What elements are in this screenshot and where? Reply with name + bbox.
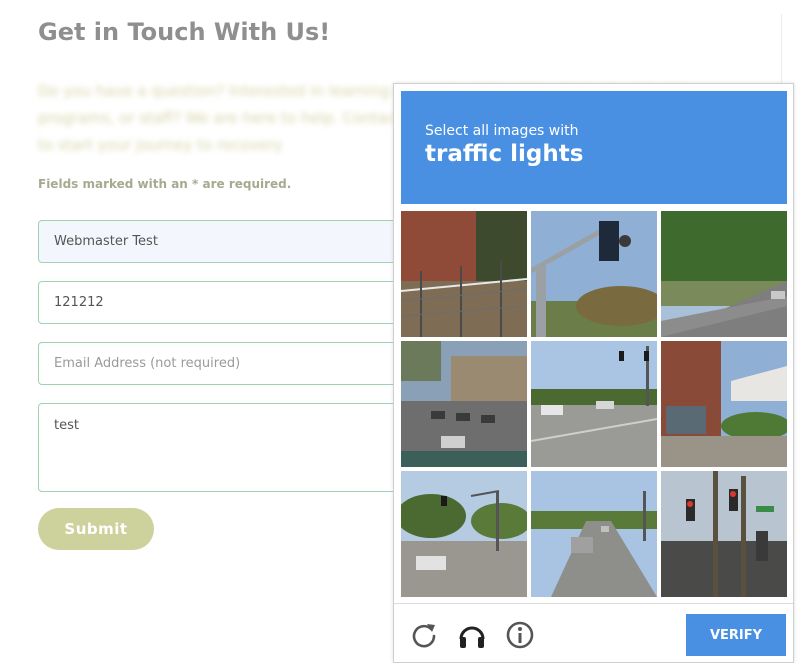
captcha-popup: Select all images with traffic lights VE… bbox=[393, 83, 794, 663]
required-note: Fields marked with an * are required. bbox=[38, 177, 292, 191]
captcha-tile-3[interactable] bbox=[661, 211, 787, 337]
captcha-tile-2[interactable] bbox=[531, 211, 657, 337]
submit-button[interactable]: Submit bbox=[38, 508, 154, 550]
email-field[interactable] bbox=[38, 342, 438, 385]
headphones-icon[interactable] bbox=[456, 619, 488, 651]
captcha-target: traffic lights bbox=[425, 141, 584, 167]
captcha-tile-7[interactable] bbox=[401, 471, 527, 597]
phone-field[interactable] bbox=[38, 281, 438, 324]
page-title: Get in Touch With Us! bbox=[38, 18, 331, 46]
captcha-instruction: Select all images with bbox=[425, 123, 579, 139]
verify-button[interactable]: VERIFY bbox=[686, 614, 786, 656]
captcha-footer-divider bbox=[394, 603, 793, 604]
captcha-tile-6[interactable] bbox=[661, 341, 787, 467]
captcha-tile-8[interactable] bbox=[531, 471, 657, 597]
info-icon[interactable] bbox=[504, 619, 536, 651]
captcha-tile-1[interactable] bbox=[401, 211, 527, 337]
captcha-banner: Select all images with traffic lights bbox=[401, 91, 787, 204]
captcha-tile-9[interactable] bbox=[661, 471, 787, 597]
name-field[interactable] bbox=[38, 220, 438, 263]
message-field[interactable]: test bbox=[38, 403, 438, 492]
reload-icon[interactable] bbox=[408, 619, 440, 651]
captcha-tile-4[interactable] bbox=[401, 341, 527, 467]
captcha-tile-5[interactable] bbox=[531, 341, 657, 467]
